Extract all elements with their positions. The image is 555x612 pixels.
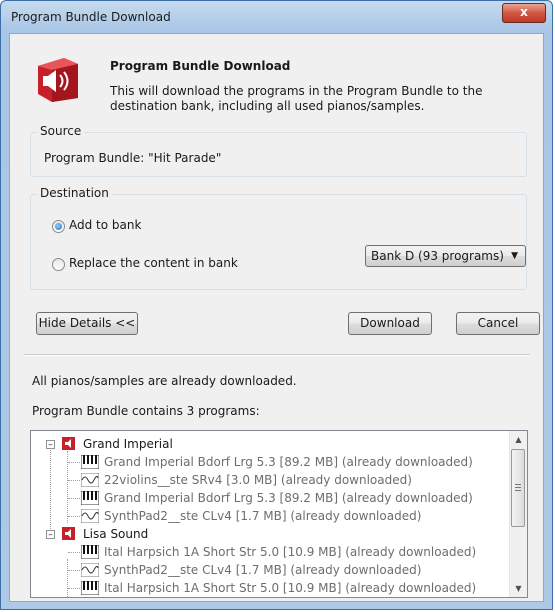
source-text: Program Bundle: "Hit Parade"	[44, 151, 222, 165]
tree-connector	[68, 480, 80, 481]
waveform-icon	[81, 473, 99, 487]
scroll-up-icon[interactable]: ▲	[510, 431, 527, 448]
replace-content-label[interactable]: Replace the content in bank	[69, 256, 238, 270]
program-icon	[62, 437, 75, 450]
program-name: Grand Imperial	[83, 437, 173, 451]
title-bar[interactable]: Program Bundle Download x	[1, 1, 552, 33]
window-title: Program Bundle Download	[11, 10, 171, 24]
destination-label: Destination	[37, 186, 112, 200]
tree-program-row[interactable]: – Grand Imperial	[31, 435, 501, 453]
tree-program-row[interactable]: – Lisa Sound	[31, 525, 501, 543]
piano-icon	[81, 491, 99, 505]
scroll-thumb[interactable]	[511, 449, 525, 527]
tree-item-row[interactable]: 22violins__ste SRv4 [3.0 MB] (already do…	[31, 471, 501, 489]
details-status: All pianos/samples are already downloade…	[32, 374, 297, 388]
collapse-icon[interactable]: –	[46, 440, 55, 450]
waveform-icon	[81, 563, 99, 577]
piano-icon	[81, 581, 99, 595]
tree-item-text: Grand Imperial Bdorf Lrg 5.3 [89.2 MB] (…	[104, 455, 473, 469]
piano-icon	[81, 455, 99, 469]
replace-content-radio[interactable]	[52, 258, 65, 271]
source-label: Source	[37, 124, 85, 138]
scroll-down-icon[interactable]: ▼	[510, 580, 527, 597]
tree-item-text: Grand Imperial Bdorf Lrg 5.3 [89.2 MB] (…	[104, 491, 473, 505]
cancel-button[interactable]: Cancel	[456, 312, 540, 335]
tree-connector	[68, 516, 80, 517]
piano-icon	[81, 545, 99, 559]
details-contains: Program Bundle contains 3 programs:	[32, 404, 260, 418]
chevron-down-icon: ▼	[511, 251, 518, 261]
bank-select-value: Bank D (93 programs)	[371, 249, 504, 263]
dialog-window: Program Bundle Download x Program Bundle…	[0, 0, 553, 610]
add-to-bank-label[interactable]: Add to bank	[69, 218, 141, 232]
program-name: Lisa Sound	[83, 527, 149, 541]
tree-scrollbar[interactable]: ▲ ▼	[509, 431, 527, 597]
tree-connector	[68, 462, 80, 463]
header-description: This will download the programs in the P…	[110, 84, 483, 113]
tree-item-row[interactable]: Grand Imperial Bdorf Lrg 5.3 [89.2 MB] (…	[31, 453, 501, 471]
add-to-bank-radio[interactable]	[52, 220, 65, 233]
collapse-icon[interactable]: –	[46, 530, 55, 540]
tree-item-text: SynthPad2__ste CLv4 [1.7 MB] (already do…	[104, 563, 422, 577]
tree-item-text: Ital Harpsich 1A Short Str 5.0 [10.9 MB]…	[104, 581, 477, 595]
tree-connector	[68, 588, 80, 589]
source-group: Source Program Bundle: "Hit Parade"	[30, 124, 527, 177]
tree-item-row[interactable]: Grand Imperial Bdorf Lrg 5.3 [89.2 MB] (…	[31, 489, 501, 507]
tree-item-text: 22violins__ste SRv4 [3.0 MB] (already do…	[104, 473, 412, 487]
tree-item-row[interactable]: Ital Harpsich 1A Short Str 5.0 [10.9 MB]…	[31, 543, 501, 561]
tree-item-row[interactable]: SynthPad2__ste CLv4 [1.7 MB] (already do…	[31, 561, 501, 579]
bank-select[interactable]: Bank D (93 programs) ▼	[365, 245, 526, 267]
download-button[interactable]: Download	[348, 312, 432, 335]
tree-item-text: Ital Harpsich 1A Short Str 5.0 [10.9 MB]…	[104, 545, 477, 559]
tree-item-row[interactable]: SynthPad2__ste CLv4 [1.7 MB] (already do…	[31, 507, 501, 525]
tree-connector	[68, 498, 80, 499]
hide-details-button[interactable]: Hide Details <<	[36, 312, 138, 335]
tree-connector	[68, 552, 80, 553]
nord-speaker-icon	[34, 54, 82, 104]
program-tree[interactable]: – Grand Imperial Grand Imperial Bdorf Lr…	[30, 430, 528, 598]
dialog-body: Program Bundle Download This will downlo…	[9, 33, 544, 602]
grip-icon	[515, 487, 521, 488]
grip-icon	[515, 490, 521, 491]
waveform-icon	[81, 509, 99, 523]
header-title: Program Bundle Download	[110, 59, 291, 73]
grip-icon	[515, 484, 521, 485]
tree-item-text: SynthPad2__ste CLv4 [1.7 MB] (already do…	[104, 509, 422, 523]
destination-group: Destination Add to bank Replace the cont…	[30, 186, 527, 290]
close-button[interactable]: x	[502, 3, 546, 23]
program-icon	[62, 527, 75, 540]
details-separator	[24, 354, 530, 356]
tree-item-row[interactable]: Ital Harpsich 1A Short Str 5.0 [10.9 MB]…	[31, 579, 501, 597]
tree-connector	[68, 570, 80, 571]
